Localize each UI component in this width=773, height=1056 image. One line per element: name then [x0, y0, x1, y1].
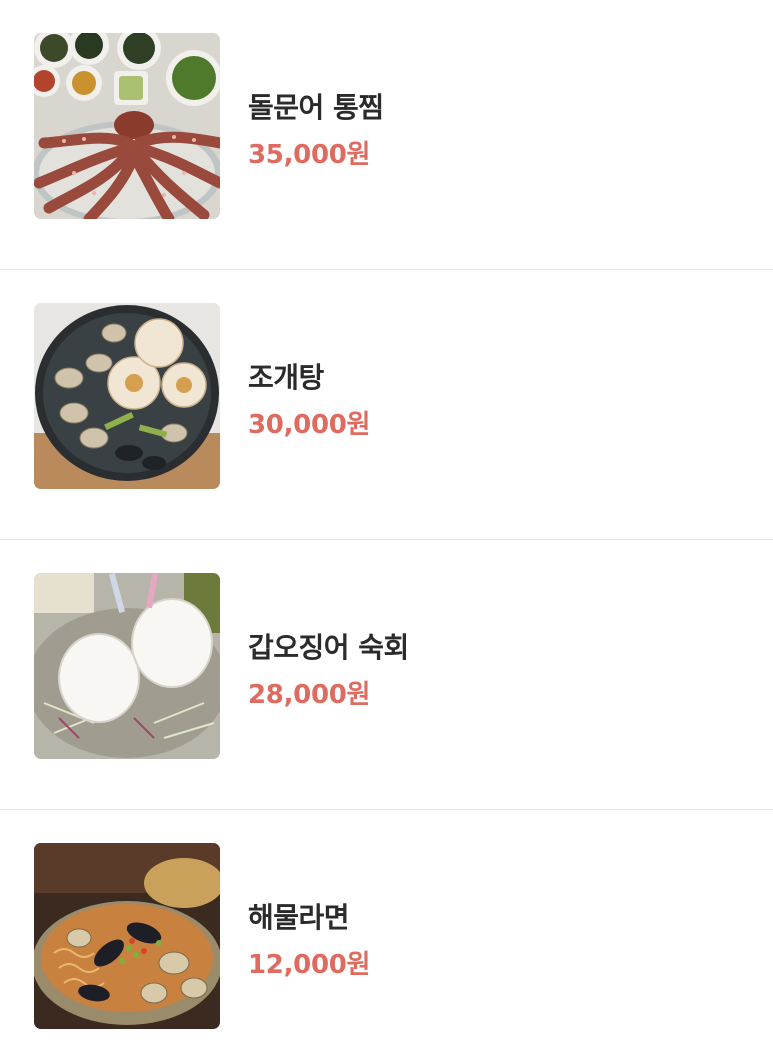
- menu-item-price: 28,000원: [248, 680, 371, 710]
- menu-item-price: 12,000원: [248, 950, 371, 980]
- menu-item-cuttlefish[interactable]: 갑오징어 숙회 28,000원: [0, 540, 773, 810]
- menu-item-octopus[interactable]: 돌문어 통찜 35,000원: [0, 0, 773, 270]
- menu-item-clam-soup[interactable]: 조개탕 30,000원: [0, 270, 773, 540]
- menu-item-name: 갑오징어 숙회: [248, 631, 409, 664]
- menu-item-seafood-ramen[interactable]: 해물라면 12,000원: [0, 810, 773, 1056]
- menu-item-name: 돌문어 통찜: [248, 91, 384, 124]
- menu-item-price: 35,000원: [248, 140, 371, 170]
- seafood-ramen-photo: [34, 843, 220, 1029]
- menu-item-name: 해물라면: [248, 901, 350, 934]
- steamed-octopus-photo: [34, 33, 220, 219]
- menu-list: 돌문어 통찜 35,000원 조개탕 30,000원 갑오징어 숙회 28,00…: [0, 0, 773, 1056]
- clam-soup-photo: [34, 303, 220, 489]
- cuttlefish-photo: [34, 573, 220, 759]
- menu-item-name: 조개탕: [248, 361, 324, 394]
- menu-item-price: 30,000원: [248, 410, 371, 440]
